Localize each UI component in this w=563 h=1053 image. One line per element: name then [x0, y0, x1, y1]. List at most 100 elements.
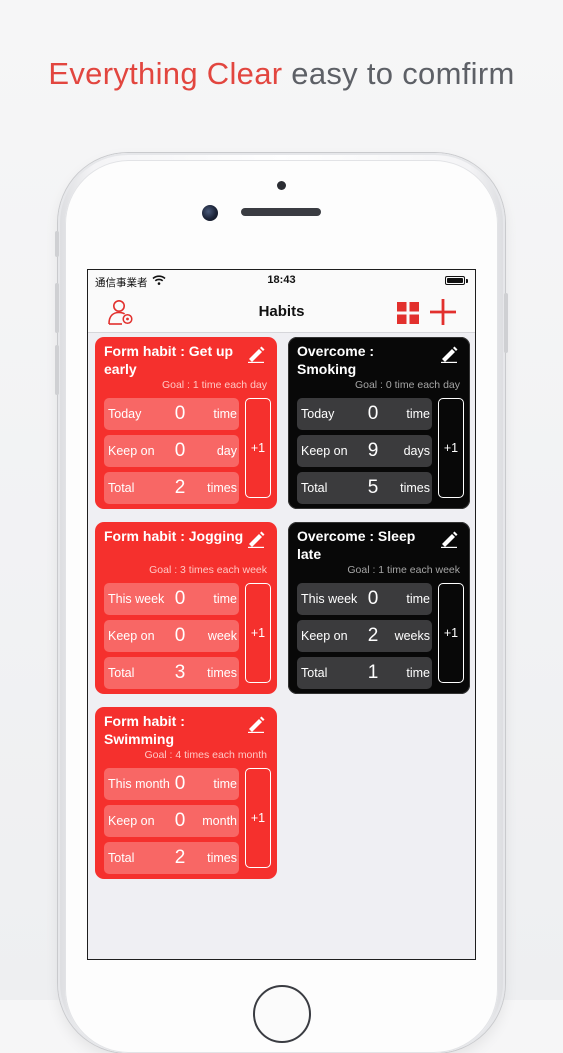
habit-card-sleep-late[interactable]: Overcome : Sleep late Goal : 1 time each…: [288, 522, 470, 694]
increment-label: +1: [443, 626, 459, 640]
stat-row-keep-on: Keep on 0 week: [104, 620, 239, 652]
stat-value: 0: [367, 403, 379, 424]
increment-button[interactable]: +1: [438, 583, 464, 683]
increment-label: +1: [250, 626, 266, 640]
status-time: 18:43: [267, 274, 296, 286]
volume-up-button: [55, 283, 59, 333]
stat-row-keep-on: Keep on 0 day: [104, 435, 239, 467]
increment-label: +1: [250, 811, 266, 825]
habit-title: Form habit : Swimming: [104, 713, 185, 747]
stat-row-keep-on: Keep on 0 month: [104, 805, 239, 837]
stat-value: 2: [174, 847, 186, 868]
stat-unit: time: [406, 666, 430, 680]
habit-card-get-up-early[interactable]: Form habit : Get up early Goal : 1 time …: [95, 337, 277, 509]
stat-value: 0: [174, 440, 186, 461]
stat-label: Total: [108, 481, 135, 495]
stat-unit: times: [207, 666, 237, 680]
stat-row-keep-on: Keep on 9 days: [297, 435, 432, 467]
stat-row-period: Today 0 time: [104, 398, 239, 430]
battery-tip: [466, 279, 468, 283]
stat-value: 9: [367, 440, 379, 461]
stat-label: Total: [301, 481, 328, 495]
grid-view-icon[interactable]: [397, 302, 419, 324]
front-camera: [202, 205, 218, 221]
increment-label: +1: [443, 441, 459, 455]
edit-icon[interactable]: [247, 345, 265, 363]
habit-goal: Goal : 3 times each week: [149, 564, 267, 576]
volume-down-button: [55, 345, 59, 395]
stat-value: 1: [367, 662, 379, 683]
edit-icon[interactable]: [247, 715, 265, 733]
navigation-bar: Habits: [88, 292, 475, 333]
stat-row-period: This month 0 time: [104, 768, 239, 800]
increment-label: +1: [250, 441, 266, 455]
habit-title: Form habit : Get up early: [104, 343, 234, 377]
habit-title: Form habit : Jogging: [104, 528, 244, 544]
stat-unit: week: [207, 629, 237, 643]
increment-button[interactable]: +1: [245, 583, 271, 683]
edit-icon[interactable]: [440, 530, 458, 548]
stat-value: 0: [174, 810, 186, 831]
stat-value: 0: [367, 588, 379, 609]
stat-value: 2: [367, 625, 379, 646]
habit-title: Overcome : Smoking: [297, 343, 375, 377]
edit-icon[interactable]: [247, 530, 265, 548]
stat-row-period: This week 0 time: [104, 583, 239, 615]
power-button: [504, 293, 508, 353]
habit-card-swimming[interactable]: Form habit : Swimming Goal : 4 times eac…: [95, 707, 277, 879]
app-screen: 通信事業者 18:43 Habits Form habit: Get up e…: [87, 269, 476, 960]
increment-button[interactable]: +1: [245, 768, 271, 868]
stat-value: 0: [174, 588, 186, 609]
edit-icon[interactable]: [440, 345, 458, 363]
earpiece-speaker: [241, 208, 321, 216]
stat-unit: days: [403, 444, 430, 458]
habit-card-jogging[interactable]: Form habit : Jogging Goal : 3 times each…: [95, 522, 277, 694]
stat-label: Keep on: [301, 629, 348, 643]
headline-highlight: Everything Clear: [48, 56, 283, 91]
increment-button[interactable]: +1: [245, 398, 271, 498]
battery-icon: [445, 276, 465, 285]
stat-row-total: Total 2 times: [104, 842, 239, 874]
stat-row-period: Today 0 time: [297, 398, 432, 430]
home-button[interactable]: [253, 985, 311, 1043]
stat-label: Total: [301, 666, 328, 680]
habit-goal: Goal : 1 time each week: [347, 564, 460, 576]
stat-row-total: Total 2 times: [104, 472, 239, 504]
stat-row-period: This week 0 time: [297, 583, 432, 615]
stat-label: Keep on: [108, 444, 155, 458]
stat-unit: weeks: [394, 629, 430, 643]
habit-goal: Goal : 4 times each month: [144, 749, 267, 761]
stat-value: 0: [174, 625, 186, 646]
stat-label: Total: [108, 666, 135, 680]
stat-value: 2: [174, 477, 186, 498]
stat-unit: times: [207, 481, 237, 495]
habit-card-smoking[interactable]: Overcome : Smoking Goal : 0 time each da…: [288, 337, 470, 509]
increment-button[interactable]: +1: [438, 398, 464, 498]
stat-label: Today: [301, 407, 335, 421]
stat-unit: time: [406, 592, 430, 606]
stat-label: Today: [108, 407, 142, 421]
stat-label: This month: [108, 777, 170, 791]
habit-title: Overcome : Sleep late: [297, 528, 416, 562]
headline-rest: easy to comfirm: [291, 56, 515, 91]
status-bar: 通信事業者 18:43: [88, 270, 475, 292]
stat-value: 5: [367, 477, 379, 498]
stat-unit: times: [207, 851, 237, 865]
stat-row-total: Total 1 time: [297, 657, 432, 689]
add-habit-icon[interactable]: [429, 298, 457, 326]
stat-label: Keep on: [108, 629, 155, 643]
stat-value: 0: [174, 403, 186, 424]
stat-unit: time: [213, 407, 237, 421]
stat-row-total: Total 3 times: [104, 657, 239, 689]
stat-row-keep-on: Keep on 2 weeks: [297, 620, 432, 652]
stat-label: Keep on: [108, 814, 155, 828]
stat-unit: time: [213, 777, 237, 791]
stat-unit: time: [213, 592, 237, 606]
stat-value: 0: [174, 773, 186, 794]
stat-label: This week: [108, 592, 165, 606]
stat-unit: day: [216, 444, 237, 458]
stat-value: 3: [174, 662, 186, 683]
stat-unit: time: [406, 407, 430, 421]
proximity-sensor: [277, 181, 286, 190]
stat-label: Keep on: [301, 444, 348, 458]
